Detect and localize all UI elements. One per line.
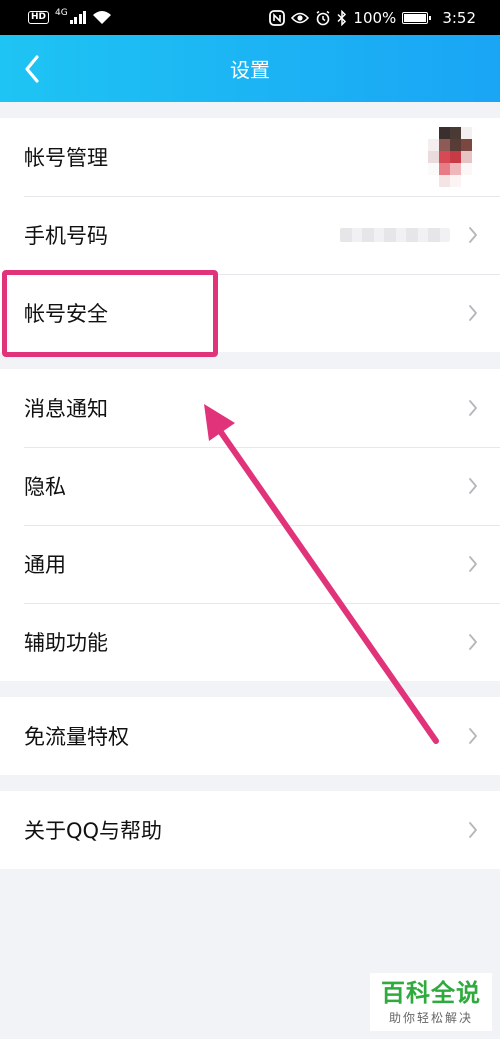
chevron-right-icon bbox=[469, 822, 477, 838]
settings-group-account: 帐号管理 手机号码 帐号安全 bbox=[0, 118, 500, 352]
chevron-right-icon bbox=[469, 556, 477, 572]
chevron-right-icon bbox=[469, 728, 477, 744]
signal-icon bbox=[69, 11, 87, 24]
battery-percent: 100% bbox=[353, 8, 397, 27]
settings-group-about: 关于QQ与帮助 bbox=[0, 791, 500, 869]
settings-item-label: 消息通知 bbox=[24, 397, 108, 421]
avatar bbox=[428, 127, 472, 187]
settings-item-label: 免流量特权 bbox=[24, 725, 129, 749]
hd-icon: HD bbox=[28, 11, 50, 24]
chevron-left-icon bbox=[25, 55, 39, 83]
settings-item-label: 通用 bbox=[24, 553, 66, 577]
watermark-title: 百科全说 bbox=[381, 979, 481, 1007]
settings-item-account-security[interactable]: 帐号安全 bbox=[0, 274, 500, 352]
status-left: HD 4G bbox=[28, 7, 112, 25]
watermark-logo: 百科全说 助你轻松解决 bbox=[370, 973, 492, 1031]
watermark-tagline: 助你轻松解决 bbox=[388, 1011, 473, 1025]
settings-item-label: 帐号安全 bbox=[24, 302, 108, 326]
bluetooth-icon bbox=[337, 9, 347, 26]
title-bar: 设置 bbox=[0, 35, 500, 102]
nfc-icon bbox=[269, 9, 286, 26]
back-button[interactable] bbox=[14, 51, 50, 87]
chevron-right-icon bbox=[469, 305, 477, 321]
chevron-right-icon bbox=[469, 478, 477, 494]
settings-group-general: 消息通知 隐私 通用 辅助功能 bbox=[0, 369, 500, 681]
eye-icon bbox=[291, 12, 310, 23]
settings-item-label: 关于QQ与帮助 bbox=[24, 819, 163, 843]
settings-item-free-data[interactable]: 免流量特权 bbox=[0, 697, 500, 775]
battery-icon bbox=[402, 11, 432, 24]
settings-item-accessibility[interactable]: 辅助功能 bbox=[0, 603, 500, 681]
network-type: 4G bbox=[55, 7, 68, 18]
settings-item-notifications[interactable]: 消息通知 bbox=[0, 369, 500, 447]
settings-item-about-help[interactable]: 关于QQ与帮助 bbox=[0, 791, 500, 869]
settings-item-label: 隐私 bbox=[24, 475, 66, 499]
chevron-right-icon bbox=[469, 400, 477, 416]
settings-item-account-management[interactable]: 帐号管理 bbox=[0, 118, 500, 196]
clock: 3:52 bbox=[442, 8, 476, 27]
settings-item-phone-number[interactable]: 手机号码 bbox=[0, 196, 500, 274]
settings-item-label: 辅助功能 bbox=[24, 631, 108, 655]
alarm-icon bbox=[316, 10, 330, 25]
settings-item-general[interactable]: 通用 bbox=[0, 525, 500, 603]
status-right: 100% 3:52 bbox=[269, 9, 476, 27]
chevron-right-icon bbox=[469, 634, 477, 650]
wifi-icon bbox=[93, 11, 112, 24]
chevron-right-icon bbox=[469, 227, 477, 243]
status-bar: HD 4G 100% 3:52 bbox=[0, 0, 500, 35]
page-title: 设置 bbox=[230, 58, 270, 82]
settings-item-label: 手机号码 bbox=[24, 224, 108, 248]
settings-item-privacy[interactable]: 隐私 bbox=[0, 447, 500, 525]
settings-group-data: 免流量特权 bbox=[0, 697, 500, 775]
settings-item-label: 帐号管理 bbox=[24, 146, 108, 170]
masked-phone-value bbox=[340, 228, 450, 242]
